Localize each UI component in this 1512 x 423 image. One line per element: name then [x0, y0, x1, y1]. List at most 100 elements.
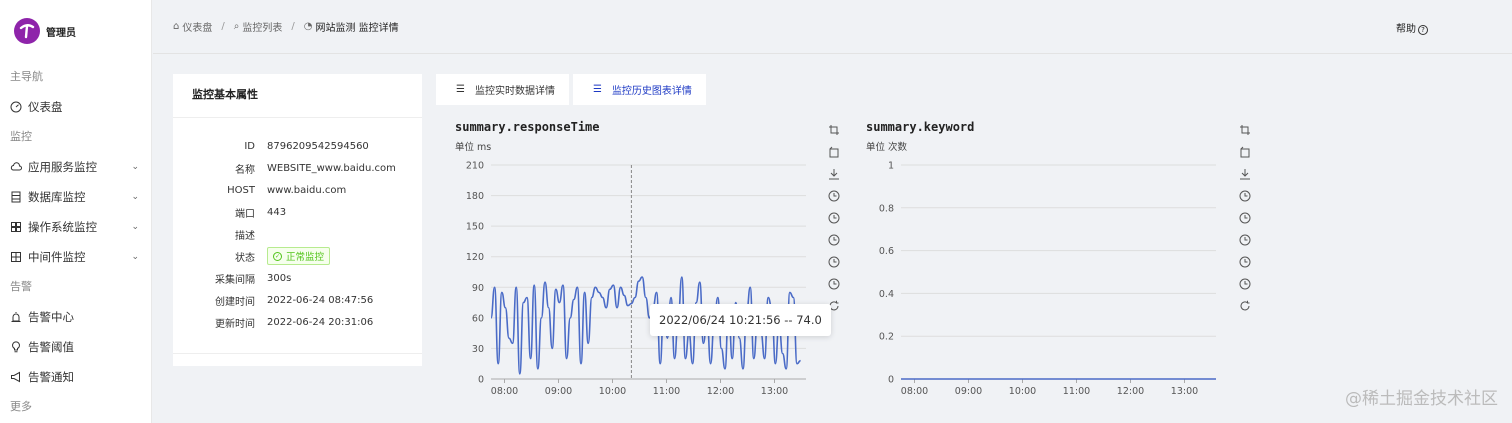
zoom-icon[interactable]: [1238, 119, 1252, 141]
clock-icon[interactable]: [827, 251, 841, 273]
y-tick-label: 30: [472, 344, 484, 355]
monitor-info-card: 监控基本属性 ID 8796209542594560 名称 WEBSITE_www.…: [173, 74, 422, 366]
download-icon[interactable]: [827, 163, 841, 185]
nav-item-alert-notify[interactable]: 告警通知: [0, 362, 151, 392]
breadcrumb: ⌂ 仪表盘 / ⌕ 监控列表 / ◔ 网站监测 监控详情: [173, 19, 399, 34]
breadcrumb-monitor-list[interactable]: 监控列表: [242, 19, 282, 34]
clock-icon[interactable]: [827, 185, 841, 207]
sidebar: 管理员 主导航 仪表盘 监控 应用服务监控 ⌄ 数据库监控 ⌄ 操作系统监控 ⌄…: [0, 0, 152, 423]
help-link[interactable]: 帮助?: [1396, 20, 1428, 35]
y-tick-label: 150: [466, 222, 484, 233]
info-value: 443: [267, 206, 287, 218]
nav-item-label: 中间件监控: [28, 250, 86, 264]
nav-item-dashboard[interactable]: 仪表盘: [0, 92, 151, 122]
y-tick-label: 60: [472, 313, 484, 324]
check-circle-icon: ✓: [273, 251, 282, 261]
x-tick-label: 13:00: [1171, 386, 1198, 397]
status-badge: ✓ 正常监控: [267, 247, 331, 265]
notification-icon: [10, 371, 22, 383]
breadcrumb-current: 网站监测 监控详情: [315, 23, 399, 34]
chevron-down-icon: ⌄: [131, 192, 139, 202]
clock-icon[interactable]: [1238, 229, 1252, 251]
chart-title: summary.keyword: [866, 120, 974, 134]
breadcrumb-dashboard[interactable]: 仪表盘: [182, 19, 212, 34]
chart-area: summary.responseTime 单位 ms 0 30 60 90 120 150 18…: [436, 110, 1512, 423]
x-tick-label: 12:00: [1117, 386, 1144, 397]
info-row-name: 名称 WEBSITE_www.baidu.com: [173, 157, 422, 179]
zoom-reset-icon[interactable]: [827, 141, 841, 163]
clock-icon[interactable]: [1238, 273, 1252, 295]
nav-item-label: 数据库监控: [28, 190, 86, 204]
help-label: 帮助: [1396, 24, 1416, 35]
info-value: WEBSITE_www.baidu.com: [267, 162, 396, 174]
y-tick-label: 1: [888, 161, 894, 172]
history-charts: summary.responseTime 单位 ms 0 30 60 90 120 150 18…: [455, 120, 1216, 397]
chevron-down-icon: ⌄: [131, 222, 139, 232]
x-tick-label: 08:00: [491, 386, 518, 397]
tab-realtime[interactable]: ☰ 监控实时数据详情: [436, 74, 569, 105]
nav-item-label: 操作系统监控: [28, 220, 97, 234]
alarm-icon: [10, 311, 22, 323]
info-row-port: 端口 443: [173, 201, 422, 223]
info-key: 更新时间: [215, 318, 255, 330]
nav-item-label: 告警阈值: [28, 340, 74, 354]
info-key: 状态: [235, 252, 255, 264]
download-icon[interactable]: [1238, 163, 1252, 185]
chart-unit-label: 单位 ms: [455, 141, 491, 153]
brand-logo: [14, 18, 40, 44]
clock-icon[interactable]: [1238, 185, 1252, 207]
clock-icon[interactable]: [1238, 251, 1252, 273]
info-key: 采集间隔: [215, 274, 255, 286]
clock-icon[interactable]: [1238, 207, 1252, 229]
info-row-interval: 采集间隔 300s: [173, 267, 422, 289]
dashboard-icon: [10, 101, 22, 113]
x-tick-label: 11:00: [653, 386, 680, 397]
tab-history[interactable]: ☰ 监控历史图表详情: [572, 74, 706, 105]
zoom-reset-icon[interactable]: [1238, 141, 1252, 163]
nav-item-alert-center[interactable]: 告警中心: [0, 302, 151, 332]
y-tick-label: 210: [466, 161, 484, 172]
x-tick-label: 09:00: [955, 386, 982, 397]
breadcrumb-separator: /: [221, 21, 225, 32]
info-rows: ID 8796209542594560 名称 WEBSITE_www.baidu.c…: [173, 118, 422, 333]
clock-icon[interactable]: [827, 273, 841, 295]
clock-icon[interactable]: [827, 229, 841, 251]
chart-title: summary.responseTime: [455, 120, 600, 134]
x-tick-label: 10:00: [599, 386, 626, 397]
question-icon: ?: [1418, 25, 1428, 35]
home-icon: ⌂: [173, 21, 180, 32]
info-value: www.baidu.com: [267, 184, 347, 196]
x-tick-label: 13:00: [761, 386, 788, 397]
y-tick-label: 120: [466, 252, 484, 263]
zoom-icon[interactable]: [827, 119, 841, 141]
nav-group-main: 主导航: [10, 70, 43, 83]
info-key: 名称: [235, 164, 255, 176]
info-key: 端口: [235, 208, 255, 220]
brand-name: 管理员: [46, 27, 76, 39]
x-tick-label: 09:00: [545, 386, 572, 397]
nav-item-middleware[interactable]: 中间件监控 ⌄: [0, 242, 151, 272]
refresh-icon[interactable]: [1238, 295, 1252, 317]
y-tick-label: 0.6: [879, 246, 894, 257]
detail-tabs: ☰ 监控实时数据详情 ☰ 监控历史图表详情: [436, 74, 710, 105]
tab-label: 监控历史图表详情: [611, 86, 692, 97]
header: ⌂ 仪表盘 / ⌕ 监控列表 / ◔ 网站监测 监控详情 帮助?: [153, 0, 1512, 54]
nav-item-os[interactable]: 操作系统监控 ⌄: [0, 212, 151, 242]
nav-group-more: 更多: [10, 400, 32, 413]
info-card-title: 监控基本属性: [173, 74, 422, 118]
clock-icon[interactable]: [827, 207, 841, 229]
info-row-updated: 更新时间 2022-06-24 20:31:06: [173, 311, 422, 333]
info-value: ✓ 正常监控: [267, 247, 331, 265]
info-value: 300s: [267, 272, 292, 284]
y-tick-label: 0: [888, 375, 894, 386]
y-tick-label: 0.8: [879, 203, 894, 214]
nav-item-app-service[interactable]: 应用服务监控 ⌄: [0, 152, 151, 182]
nav-item-database[interactable]: 数据库监控 ⌄: [0, 182, 151, 212]
nav-item-alert-threshold[interactable]: 告警阈值: [0, 332, 151, 362]
chevron-down-icon: ⌄: [131, 162, 139, 172]
chart-unit-label: 单位 次数: [866, 141, 908, 153]
watermark: @稀土掘金技术社区: [1345, 389, 1498, 409]
x-tick-label: 11:00: [1063, 386, 1090, 397]
brand: 管理员: [0, 0, 151, 62]
info-value: 2022-06-24 08:47:56: [267, 294, 374, 306]
